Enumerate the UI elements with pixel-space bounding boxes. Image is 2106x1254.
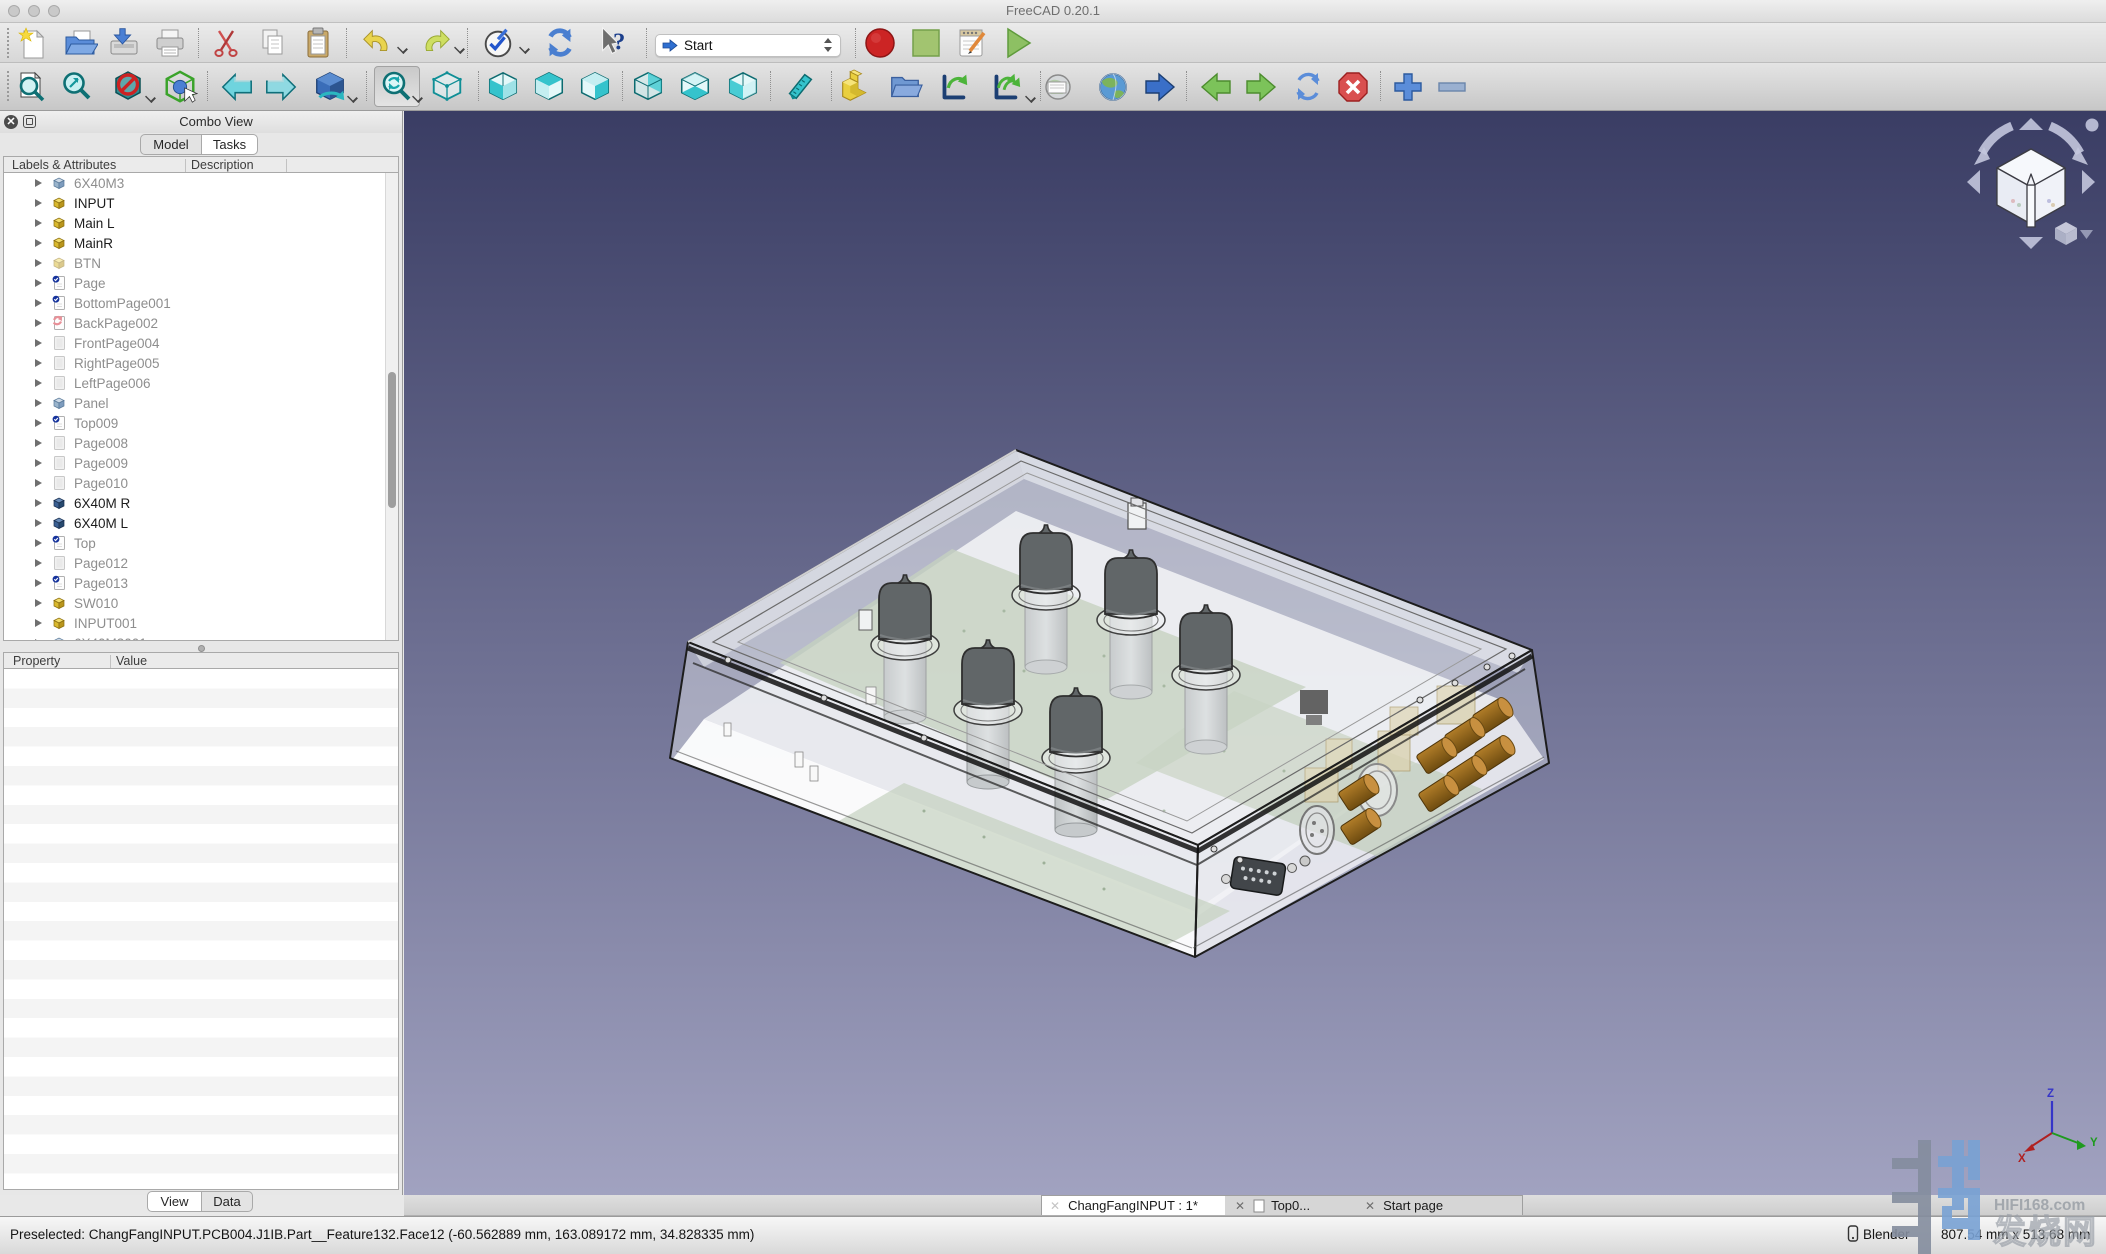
svg-text:发烧网: 发烧网 xyxy=(1993,1213,2098,1250)
svg-text:?: ? xyxy=(613,29,625,56)
svg-text:HIFI168.com: HIFI168.com xyxy=(1994,1197,2085,1214)
svg-text:Z: Z xyxy=(2047,1088,2054,1100)
